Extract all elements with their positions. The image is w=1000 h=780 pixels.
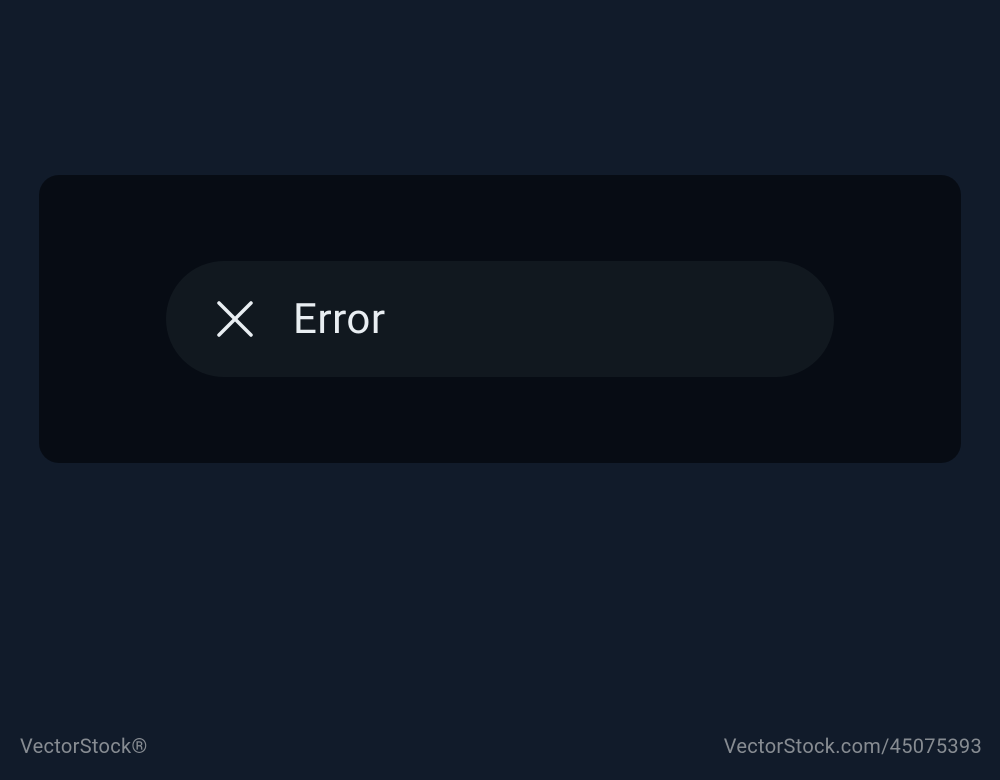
close-icon[interactable] xyxy=(211,295,259,343)
error-panel: Error xyxy=(39,175,961,463)
error-pill: Error xyxy=(166,261,834,377)
error-text: Error xyxy=(293,295,386,344)
watermark-id: VectorStock.com/45075393 xyxy=(724,734,982,758)
watermark-brand: VectorStock® xyxy=(20,734,147,758)
